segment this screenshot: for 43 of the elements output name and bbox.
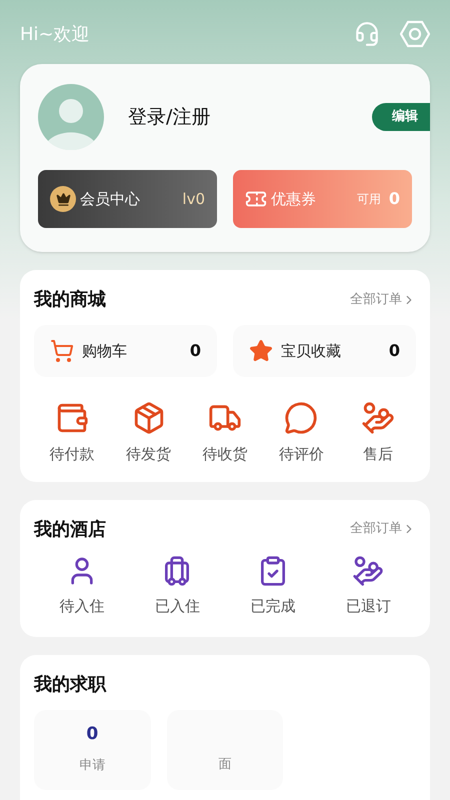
login-register-link[interactable]: 登录/注册 xyxy=(128,102,210,132)
coupon-count: 0 xyxy=(388,188,400,210)
counter-label: 宝贝收藏 xyxy=(281,340,341,362)
hotel-status-button[interactable]: 待入住 xyxy=(34,554,130,617)
section-title: 我的酒店 xyxy=(34,518,106,542)
counter-count: 0 xyxy=(190,340,201,362)
hotel-status-button[interactable]: 已退订 xyxy=(320,554,416,617)
chat-bubble-icon xyxy=(284,401,318,435)
edit-button[interactable]: 编辑 xyxy=(372,103,430,131)
job-stat-label: 面 xyxy=(218,756,232,774)
counter-count: 0 xyxy=(388,340,400,362)
job-stat-label: 申请 xyxy=(79,756,106,774)
customer-service-icon[interactable] xyxy=(354,21,380,47)
member-center-label: 会员中心 xyxy=(80,188,140,210)
hotel-status-button[interactable]: 已完成 xyxy=(225,554,320,617)
wallet-icon xyxy=(55,401,90,435)
all-orders-link[interactable]: 全部订单 xyxy=(350,290,416,310)
order-status-button[interactable]: 待发货 xyxy=(110,401,187,466)
job-stat-count: 0 xyxy=(86,723,98,746)
cart-icon xyxy=(50,339,74,363)
all-orders-link[interactable]: 全部订单 xyxy=(350,519,416,539)
section-title: 我的商城 xyxy=(34,288,106,312)
order-status-button[interactable]: 待付款 xyxy=(34,401,110,466)
counter-tile[interactable]: 宝贝收藏 0 xyxy=(233,325,416,377)
counter-tile[interactable]: 购物车 0 xyxy=(34,325,217,377)
settings-icon[interactable] xyxy=(400,20,430,48)
member-center-button[interactable]: 会员中心 lv0 xyxy=(38,170,217,228)
order-status-button[interactable]: 售后 xyxy=(340,401,416,466)
coupon-label: 优惠券 xyxy=(271,188,316,210)
hotel-status-button[interactable]: 已入住 xyxy=(130,554,225,617)
hand-coin-icon xyxy=(352,554,384,586)
job-stat-tile[interactable]: 0 申请 xyxy=(34,710,151,790)
order-status-button[interactable]: 待收货 xyxy=(186,401,264,466)
hand-coin-icon xyxy=(360,401,395,435)
crown-icon xyxy=(50,186,76,212)
greeting-text: Hi~欢迎 xyxy=(20,22,90,46)
section-title: 我的求职 xyxy=(34,673,106,697)
counter-label: 购物车 xyxy=(82,340,127,362)
order-status-button[interactable]: 待评价 xyxy=(263,401,340,466)
avatar-icon[interactable] xyxy=(38,84,104,150)
member-level: lv0 xyxy=(182,188,205,210)
coupon-available-label: 可用 xyxy=(356,191,381,208)
star-icon xyxy=(249,339,273,363)
